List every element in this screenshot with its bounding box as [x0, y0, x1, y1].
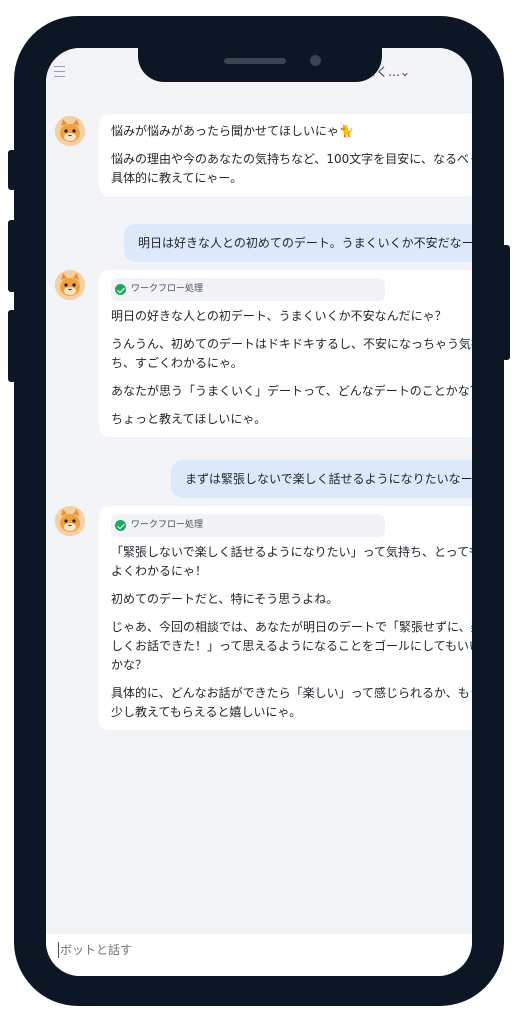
message-text: ちょっと教えてほしいにゃ。: [111, 412, 267, 426]
cat-avatar-icon: [55, 116, 85, 146]
message-text: まずは緊張しないで楽しく話せるようになりたいなー: [185, 472, 472, 486]
workflow-label: ワークフロー処理: [131, 284, 204, 294]
bot-message: ワークフロー処理 「緊張しないで楽しく話せるようになりたい」って気持ち、とっても…: [99, 506, 472, 730]
workflow-badge[interactable]: ワークフロー処理: [111, 278, 385, 301]
bot-message: 悩みが悩みがあったら聞かせてほしいにゃ🐈 悩みの理由や今のあなたの気持ちなど、1…: [99, 114, 472, 196]
message-text: 明日は好きな人との初めてのデート。うまくいくか不安だなー: [138, 236, 472, 250]
cat-avatar-icon: [55, 506, 85, 536]
message-text: 「緊張しないで楽しく話せるようになりたい」って気持ち、とってもよくわかるにゃ！: [111, 545, 472, 578]
bot-message: ワークフロー処理 明日の好きな人との初デート、うまくいくか不安なんだにゃ？ うん…: [99, 270, 472, 437]
side-button-volume-up: [8, 220, 16, 292]
phone-notch: [138, 40, 382, 82]
cat-avatar-icon: [55, 270, 85, 300]
check-icon: [115, 284, 126, 295]
workflow-label: ワークフロー処理: [131, 520, 204, 530]
speaker: [224, 58, 286, 64]
message-text: うんうん、初めてのデートはドキドキするし、不安になっちゃう気持ち、すごくわかるに…: [111, 337, 472, 370]
chat-input-bar: [46, 934, 472, 976]
check-icon: [115, 520, 126, 531]
workflow-badge[interactable]: ワークフロー処理: [111, 514, 385, 537]
user-message: 明日は好きな人との初めてのデート。うまくいくか不安だなー: [124, 224, 472, 262]
side-button-volume-down: [8, 310, 16, 382]
message-text: じゃあ、今回の相談では、あなたが明日のデートで「緊張せずに、楽しくお話できた！」…: [111, 620, 472, 672]
message-text: 初めてのデートだと、特にそう思うよね。: [111, 592, 339, 606]
message-text: 明日の好きな人との初デート、うまくいくか不安なんだにゃ？: [111, 309, 447, 323]
message-text: 具体的に、どんなお話ができたら「楽しい」って感じられるか、もう少し教えてもらえる…: [111, 686, 472, 719]
message-text: あなたが思う「うまくいく」デートって、どんなデートのことかな？: [111, 384, 472, 398]
message-text: 悩みが悩みがあったら聞かせてほしいにゃ🐈: [111, 124, 354, 138]
side-button-power: [502, 245, 510, 360]
bot-avatar: [55, 270, 85, 300]
message-text: 悩みの理由や今のあなたの気持ちなど、100文字を目安に、なるべく具体的に教えてに…: [111, 152, 472, 185]
front-camera: [310, 55, 321, 66]
bot-avatar: [55, 116, 85, 146]
bot-avatar: [55, 506, 85, 536]
chat-screen: まく…⌄ 悩みが悩みがあったら聞かせてほしいにゃ🐈 悩みの理由や今のあなたの気持…: [46, 48, 472, 976]
side-button-mute: [8, 150, 16, 190]
chat-input[interactable]: [58, 942, 442, 958]
menu-icon[interactable]: [54, 66, 65, 77]
user-message: まずは緊張しないで楽しく話せるようになりたいなー: [171, 460, 472, 498]
